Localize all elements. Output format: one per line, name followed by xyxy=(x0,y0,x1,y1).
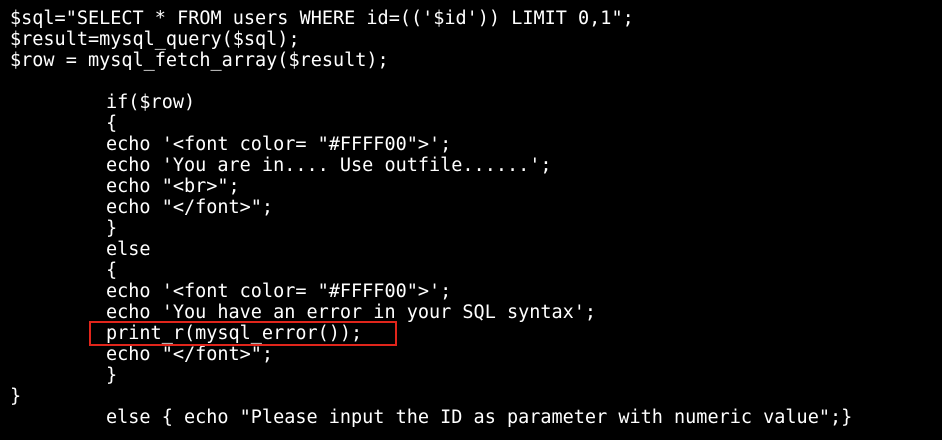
code-line-else-open-brace: { xyxy=(106,260,118,281)
code-line-row: $row = mysql_fetch_array($result); xyxy=(10,50,389,71)
code-line-else-close-brace: } xyxy=(106,365,118,386)
code-line-echo-font-open: echo '<font color= "#FFFF00">'; xyxy=(106,134,452,155)
code-line-echo-br: echo "<br>"; xyxy=(106,176,240,197)
code-line-echo-you-are-in: echo 'You are in.... Use outfile......'; xyxy=(106,155,552,176)
code-line-if: if($row) xyxy=(106,92,196,113)
code-line-echo-font-close: echo "</font>"; xyxy=(106,197,274,218)
terminal-window: $sql="SELECT * FROM users WHERE id=(('$i… xyxy=(0,0,942,440)
code-line-else-echo-font-close: echo "</font>"; xyxy=(106,344,274,365)
code-block: $sql="SELECT * FROM users WHERE id=(('$i… xyxy=(0,0,942,440)
code-line-else-echo-font-open: echo '<font color= "#FFFF00">'; xyxy=(106,281,452,302)
code-line-open-brace: { xyxy=(106,113,118,134)
code-line-close-brace: } xyxy=(106,218,118,239)
code-line-echo-error: echo 'You have an error in your SQL synt… xyxy=(106,302,597,323)
code-line-final-else: else { echo "Please input the ID as para… xyxy=(106,407,853,428)
code-line-sql: $sql="SELECT * FROM users WHERE id=(('$i… xyxy=(10,8,634,29)
code-line-else: else xyxy=(106,239,151,260)
code-line-outer-close-brace: } xyxy=(10,386,22,407)
code-line-result: $result=mysql_query($sql); xyxy=(10,29,300,50)
code-line-print-error: print_r(mysql_error()); xyxy=(106,323,363,344)
